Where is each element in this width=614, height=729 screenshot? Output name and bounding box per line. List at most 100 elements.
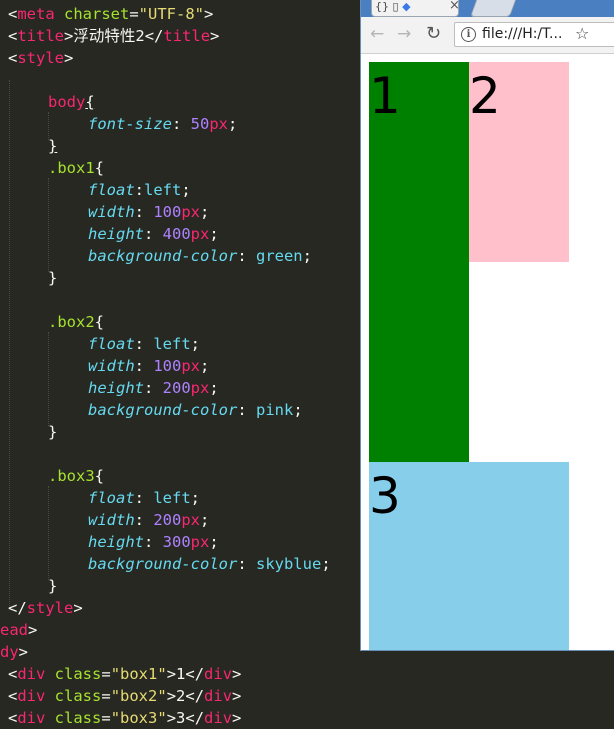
code-token: px [181,203,201,221]
code-token: width [88,357,135,375]
code-token: } [48,423,58,441]
code-token: 1 [176,665,186,683]
code-token: > [232,709,242,727]
code-token: div [204,687,233,705]
back-button[interactable]: ← [370,24,384,44]
code-line[interactable]: float: left; [88,333,200,355]
code-line[interactable]: .box3{ [48,465,104,487]
code-token: div [204,709,233,727]
code-token: 2 [176,687,186,705]
code-token: : [134,335,154,353]
code-token: title [17,27,65,45]
code-line[interactable]: <div class="box3">3</div> [8,707,241,729]
code-token: </ [144,27,164,45]
code-line[interactable]: .box2{ [48,311,104,333]
code-line[interactable]: <style> [8,47,73,69]
bookmark-star-icon[interactable]: ☆ [575,24,589,44]
code-token: > [73,599,83,617]
code-line[interactable]: background-color: green; [88,245,312,267]
code-line[interactable]: <meta charset="UTF-8"> [8,3,213,25]
code-token: ; [200,203,210,221]
code-token: > [166,665,177,683]
code-token: ; [200,357,210,375]
code-token: ; [181,181,191,199]
box3: 3 [369,462,569,650]
code-line[interactable]: <div class="box1">1</div> [8,663,241,685]
code-token: ; [228,115,238,133]
code-token: "box1" [110,665,167,683]
code-token: float [88,335,135,353]
code-token: } [48,577,58,595]
code-token: < [8,665,18,683]
code-token: </ [8,599,27,617]
reload-button[interactable]: ↻ [426,24,441,44]
address-bar[interactable]: i file:///H:/T... ☆ [454,22,614,47]
code-token: ; [293,401,303,419]
box2: 2 [469,62,569,262]
code-token: 浮动特性2 [73,27,145,45]
code-line[interactable]: height: 300px; [88,531,219,553]
code-token: background-color [88,401,238,419]
code-line[interactable]: float:left; [88,179,191,201]
code-token: width [88,511,135,529]
code-line[interactable]: } [48,421,57,443]
code-line[interactable]: height: 400px; [88,223,219,245]
code-line[interactable]: ead> [0,619,37,641]
code-line[interactable]: background-color: pink; [88,399,303,421]
code-token: px [190,379,210,397]
code-line[interactable]: float: left; [88,487,200,509]
code-token: 300 [162,533,191,551]
page-viewport: 1 2 3 [361,54,614,650]
code-line[interactable]: background-color: skyblue; [88,553,331,575]
code-token: left [144,181,182,199]
code-token: = [129,5,139,23]
code-token: > [166,687,177,705]
code-line[interactable]: width: 200px; [88,509,209,531]
code-line[interactable]: width: 100px; [88,201,209,223]
code-line[interactable]: } [48,267,57,289]
code-line[interactable]: height: 200px; [88,377,219,399]
code-line[interactable]: <title>浮动特性2</title> [8,25,219,47]
code-token: { [94,159,105,177]
browser-window: {} ▯ ◆ × ← → ↻ i file:///H:/T... ☆ 1 2 3 [360,0,614,651]
code-line[interactable]: body{ [48,91,95,113]
code-line[interactable]: .box1{ [48,157,104,179]
code-token: px [181,511,201,529]
new-tab-button[interactable] [469,0,517,17]
indent-guide [48,178,49,272]
browser-toolbar: ← → ↻ i file:///H:/T... ☆ [361,17,614,54]
code-line[interactable]: <div class="box2">2</div> [8,685,241,707]
forward-button[interactable]: → [397,24,411,44]
code-token: px [190,225,210,243]
code-token: > [166,709,177,727]
code-token: } [48,137,58,155]
code-line[interactable]: } [48,135,57,157]
close-tab-icon[interactable]: × [449,0,460,13]
code-token: title [163,27,211,45]
code-token: > [64,27,74,45]
tab-favicons: {} ▯ ◆ [375,0,411,14]
code-line[interactable]: } [48,575,57,597]
code-line[interactable]: dy> [0,641,28,663]
code-token: = [101,687,111,705]
code-token: : [134,203,154,221]
code-token: : [144,533,163,551]
code-token: < [8,709,18,727]
code-token: float [88,489,135,507]
code-line[interactable]: width: 100px; [88,355,209,377]
code-line[interactable]: font-size: 50px; [88,113,237,135]
code-token: left [153,489,191,507]
code-token: width [88,203,135,221]
translate-icon: ◆ [402,0,411,13]
url-text[interactable]: file:///H:/T... [482,25,562,44]
page-icon: ▯ [392,0,399,13]
code-token: > [232,687,242,705]
code-token: skyblue [255,555,322,573]
code-line[interactable]: </style> [8,597,83,619]
code-token: left [153,335,191,353]
code-token: background-color [88,247,238,265]
code-token: { [94,467,105,485]
code-token: : [144,225,163,243]
indent-guide [48,486,49,580]
info-icon[interactable]: i [461,27,476,42]
